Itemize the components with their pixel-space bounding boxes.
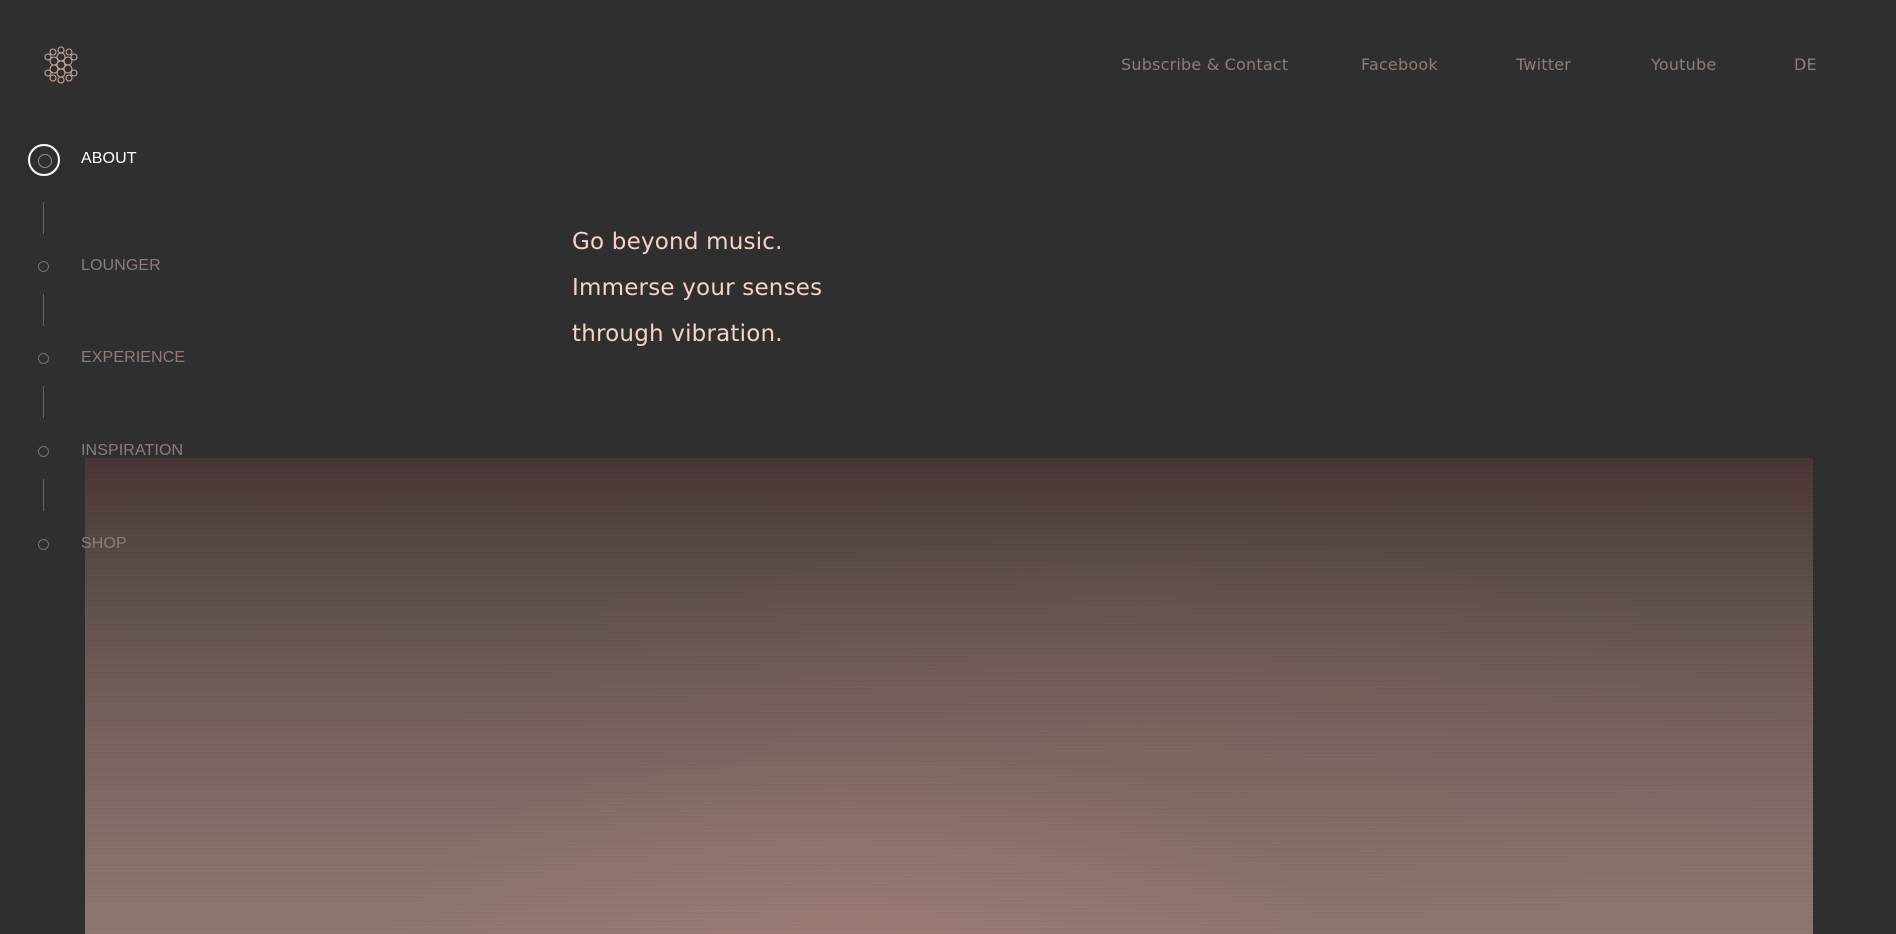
nav-language-de[interactable]: DE	[1794, 55, 1817, 74]
circle-icon	[38, 539, 49, 550]
nav-connector-line	[43, 479, 44, 511]
nav-twitter[interactable]: Twitter	[1516, 55, 1571, 74]
section-nav-label: LOUNGER	[81, 257, 161, 274]
section-nav-experience[interactable]: EXPERIENCE	[28, 343, 228, 377]
section-nav-label: INSPIRATION	[81, 442, 184, 459]
circle-icon	[38, 353, 49, 364]
hero-headline: Go beyond music. Immerse your senses thr…	[572, 219, 822, 357]
section-nav-label: EXPERIENCE	[81, 349, 186, 366]
hero-line: Immerse your senses	[572, 275, 823, 301]
nav-facebook[interactable]: Facebook	[1361, 55, 1438, 74]
nav-subscribe-contact[interactable]: Subscribe & Contact	[1121, 55, 1288, 74]
page: Subscribe & Contact Facebook Twitter You…	[0, 0, 1896, 934]
nav-youtube[interactable]: Youtube	[1651, 55, 1716, 74]
nav-connector-line	[43, 202, 44, 234]
top-nav: Subscribe & Contact Facebook Twitter You…	[0, 55, 1896, 77]
circle-icon	[38, 446, 49, 457]
section-nav-about[interactable]: ABOUT	[28, 144, 228, 178]
section-nav-label: SHOP	[81, 535, 127, 552]
hero-image	[85, 458, 1813, 934]
section-nav-lounger[interactable]: LOUNGER	[28, 251, 228, 285]
circle-icon	[38, 261, 49, 272]
section-nav-inspiration[interactable]: INSPIRATION	[28, 436, 228, 470]
hero-line: through vibration.	[572, 321, 783, 347]
section-nav-label: ABOUT	[81, 150, 137, 167]
nav-connector-line	[43, 386, 44, 418]
active-circle-icon	[28, 144, 60, 176]
section-nav: ABOUT LOUNGER EXPERIENCE INSPIRATION SHO…	[0, 0, 220, 600]
section-nav-shop[interactable]: SHOP	[28, 529, 228, 563]
hero-line: Go beyond music.	[572, 229, 783, 255]
nav-connector-line	[43, 294, 44, 326]
